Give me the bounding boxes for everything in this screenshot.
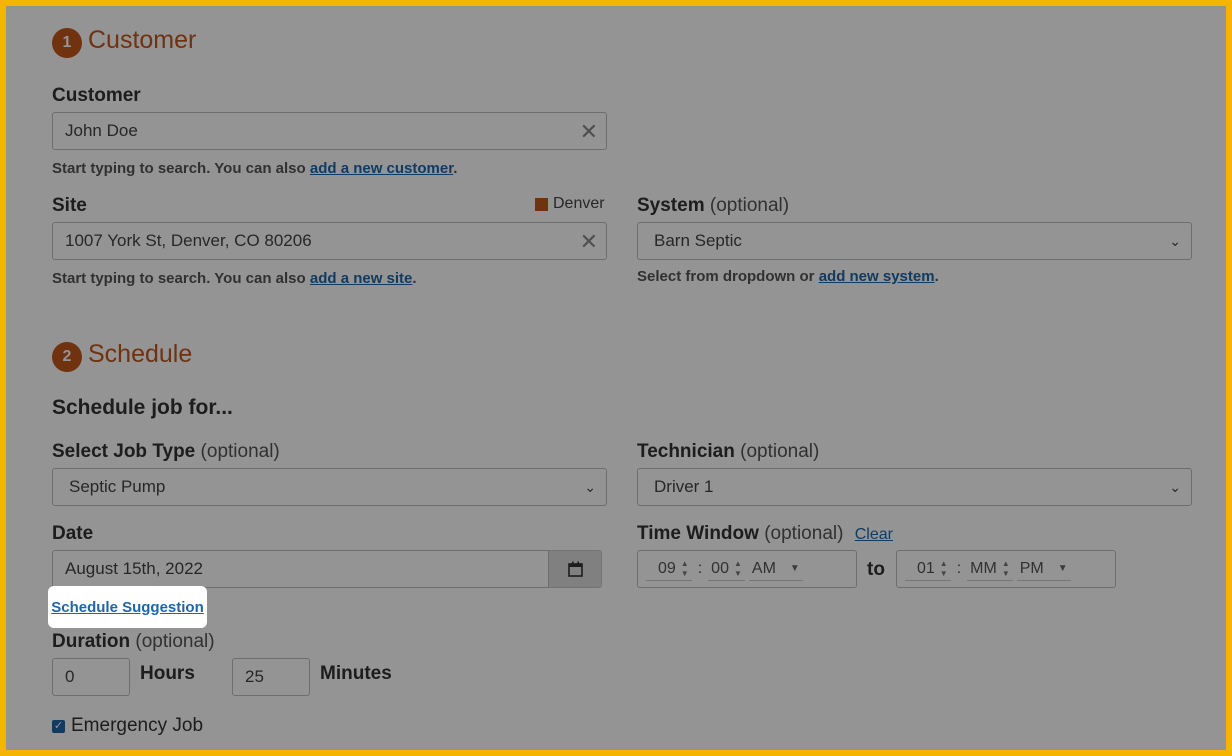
- time-window-label-text: Time Window: [637, 523, 759, 544]
- technician-label-text: Technician: [637, 441, 735, 462]
- system-label: System (optional): [637, 195, 789, 217]
- customer-input[interactable]: John Doe ✕: [52, 112, 607, 150]
- clear-customer-icon[interactable]: ✕: [580, 119, 598, 145]
- start-minute-field[interactable]: 00 ▲ ▼: [708, 557, 745, 581]
- start-ampm-value: AM: [751, 559, 776, 577]
- job-form: 1 Customer Customer John Doe ✕ Start typ…: [6, 6, 1226, 750]
- chevron-down-icon: ⌄: [584, 478, 596, 495]
- minutes-input-value: 25: [245, 667, 264, 686]
- site-region-label: Denver: [553, 195, 605, 212]
- clear-time-link[interactable]: Clear: [855, 526, 893, 543]
- app-frame: 1 Customer Customer John Doe ✕ Start typ…: [6, 6, 1226, 750]
- system-help: Select from dropdown or add new system.: [637, 268, 939, 285]
- job-type-select-value: Septic Pump: [69, 477, 166, 496]
- job-type-optional: (optional): [200, 441, 280, 462]
- add-new-customer-link[interactable]: add a new customer: [310, 160, 453, 177]
- site-input-value: 1007 York St, Denver, CO 80206: [65, 231, 312, 250]
- hour-spinner-icon[interactable]: ▲ ▼: [940, 559, 948, 579]
- technician-optional: (optional): [740, 441, 820, 462]
- system-select-value: Barn Septic: [654, 231, 742, 250]
- technician-select[interactable]: Driver 1 ⌄: [637, 468, 1192, 506]
- hours-label: Hours: [140, 663, 195, 684]
- duration-optional: (optional): [135, 631, 215, 652]
- time-separator: :: [697, 560, 703, 577]
- site-input[interactable]: 1007 York St, Denver, CO 80206 ✕: [52, 222, 607, 260]
- start-minute-value: 00: [711, 559, 729, 577]
- customer-label: Customer: [52, 85, 141, 106]
- emergency-job-label: Emergency Job: [71, 715, 204, 736]
- minute-spinner-icon[interactable]: ▲ ▼: [734, 559, 742, 579]
- end-minute-value: MM: [970, 559, 997, 577]
- system-label-text: System: [637, 195, 705, 216]
- duration-label-text: Duration: [52, 631, 131, 652]
- end-ampm-value: PM: [1019, 559, 1044, 577]
- to-label: to: [867, 559, 885, 580]
- minutes-input[interactable]: 25: [232, 658, 310, 696]
- schedule-section-title: Schedule: [88, 340, 193, 368]
- system-help-text: Select from dropdown or: [637, 268, 815, 285]
- site-region: Denver: [535, 195, 605, 213]
- customer-help-text: Start typing to search. You can also: [52, 160, 306, 177]
- customer-help: Start typing to search. You can also add…: [52, 160, 458, 177]
- technician-label: Technician (optional): [637, 441, 819, 463]
- minutes-label: Minutes: [320, 663, 392, 684]
- date-input[interactable]: August 15th, 2022: [52, 550, 549, 588]
- end-time-picker[interactable]: 01 ▲ ▼ : MM ▲ ▼ PM ▼: [896, 550, 1116, 588]
- start-hour-field[interactable]: 09 ▲ ▼: [646, 557, 692, 581]
- job-type-label-text: Select Job Type: [52, 441, 196, 462]
- hours-input-value: 0: [65, 667, 75, 686]
- end-hour-value: 01: [917, 559, 935, 577]
- schedule-subtitle: Schedule job for...: [52, 396, 233, 419]
- region-marker-icon: [535, 197, 548, 211]
- date-label: Date: [52, 523, 94, 544]
- site-help-text: Start typing to search. You can also: [52, 270, 306, 287]
- end-ampm-field[interactable]: PM ▼: [1016, 557, 1071, 581]
- technician-select-value: Driver 1: [654, 477, 714, 496]
- site-label: Site: [52, 195, 87, 216]
- time-window-optional: (optional): [764, 523, 844, 544]
- hours-input[interactable]: 0: [52, 658, 130, 696]
- chevron-down-icon: ⌄: [1169, 232, 1181, 249]
- duration-label: Duration (optional): [52, 631, 215, 653]
- chevron-down-icon: ⌄: [1169, 478, 1181, 495]
- emergency-job-row: ✓ Emergency Job: [52, 715, 203, 737]
- clear-site-icon[interactable]: ✕: [580, 229, 598, 255]
- start-hour-value: 09: [658, 559, 676, 577]
- caret-down-icon: ▼: [789, 563, 800, 574]
- time-separator: :: [956, 560, 962, 577]
- job-type-label: Select Job Type (optional): [52, 441, 280, 463]
- site-help: Start typing to search. You can also add…: [52, 270, 417, 287]
- job-type-select[interactable]: Septic Pump ⌄: [52, 468, 607, 506]
- step-2-badge: 2: [52, 342, 82, 372]
- add-new-system-link[interactable]: add new system: [819, 268, 935, 285]
- system-select[interactable]: Barn Septic ⌄: [637, 222, 1192, 260]
- end-minute-field[interactable]: MM ▲ ▼: [967, 557, 1013, 581]
- hour-spinner-icon[interactable]: ▲ ▼: [681, 559, 689, 579]
- schedule-suggestion-link[interactable]: Schedule Suggestion: [51, 599, 204, 616]
- start-time-picker[interactable]: 09 ▲ ▼ : 00 ▲ ▼ AM ▼: [637, 550, 857, 588]
- date-input-value: August 15th, 2022: [65, 559, 204, 578]
- schedule-suggestion-highlight: Schedule Suggestion: [48, 586, 207, 628]
- time-window-label: Time Window (optional) Clear: [637, 523, 893, 545]
- start-ampm-field[interactable]: AM ▼: [748, 557, 803, 581]
- customer-section-title: Customer: [88, 26, 197, 54]
- caret-down-icon: ▼: [1057, 563, 1068, 574]
- system-optional: (optional): [709, 195, 790, 216]
- calendar-icon: [567, 561, 583, 577]
- step-1-badge: 1: [52, 28, 82, 58]
- end-hour-field[interactable]: 01 ▲ ▼: [905, 557, 951, 581]
- emergency-job-checkbox[interactable]: ✓: [52, 719, 65, 733]
- customer-input-value: John Doe: [65, 121, 138, 140]
- minute-spinner-icon[interactable]: ▲ ▼: [1002, 559, 1010, 579]
- calendar-button[interactable]: [549, 550, 602, 588]
- add-new-site-link[interactable]: add a new site: [310, 270, 413, 287]
